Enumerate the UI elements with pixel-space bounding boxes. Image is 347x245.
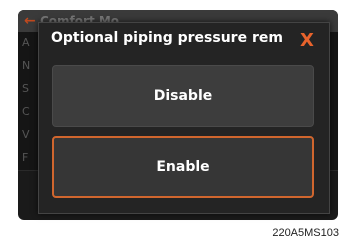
disable-button[interactable]: Disable [52, 65, 314, 127]
dialog-title: Optional piping pressure rem [51, 30, 283, 46]
optional-piping-dialog: Optional piping pressure rem X Disable E… [38, 22, 330, 214]
enable-button[interactable]: Enable [52, 136, 314, 198]
back-arrow-icon[interactable]: ← [24, 13, 36, 29]
figure-caption: 220A5MS103 [272, 227, 339, 239]
close-icon[interactable]: X [295, 29, 319, 53]
